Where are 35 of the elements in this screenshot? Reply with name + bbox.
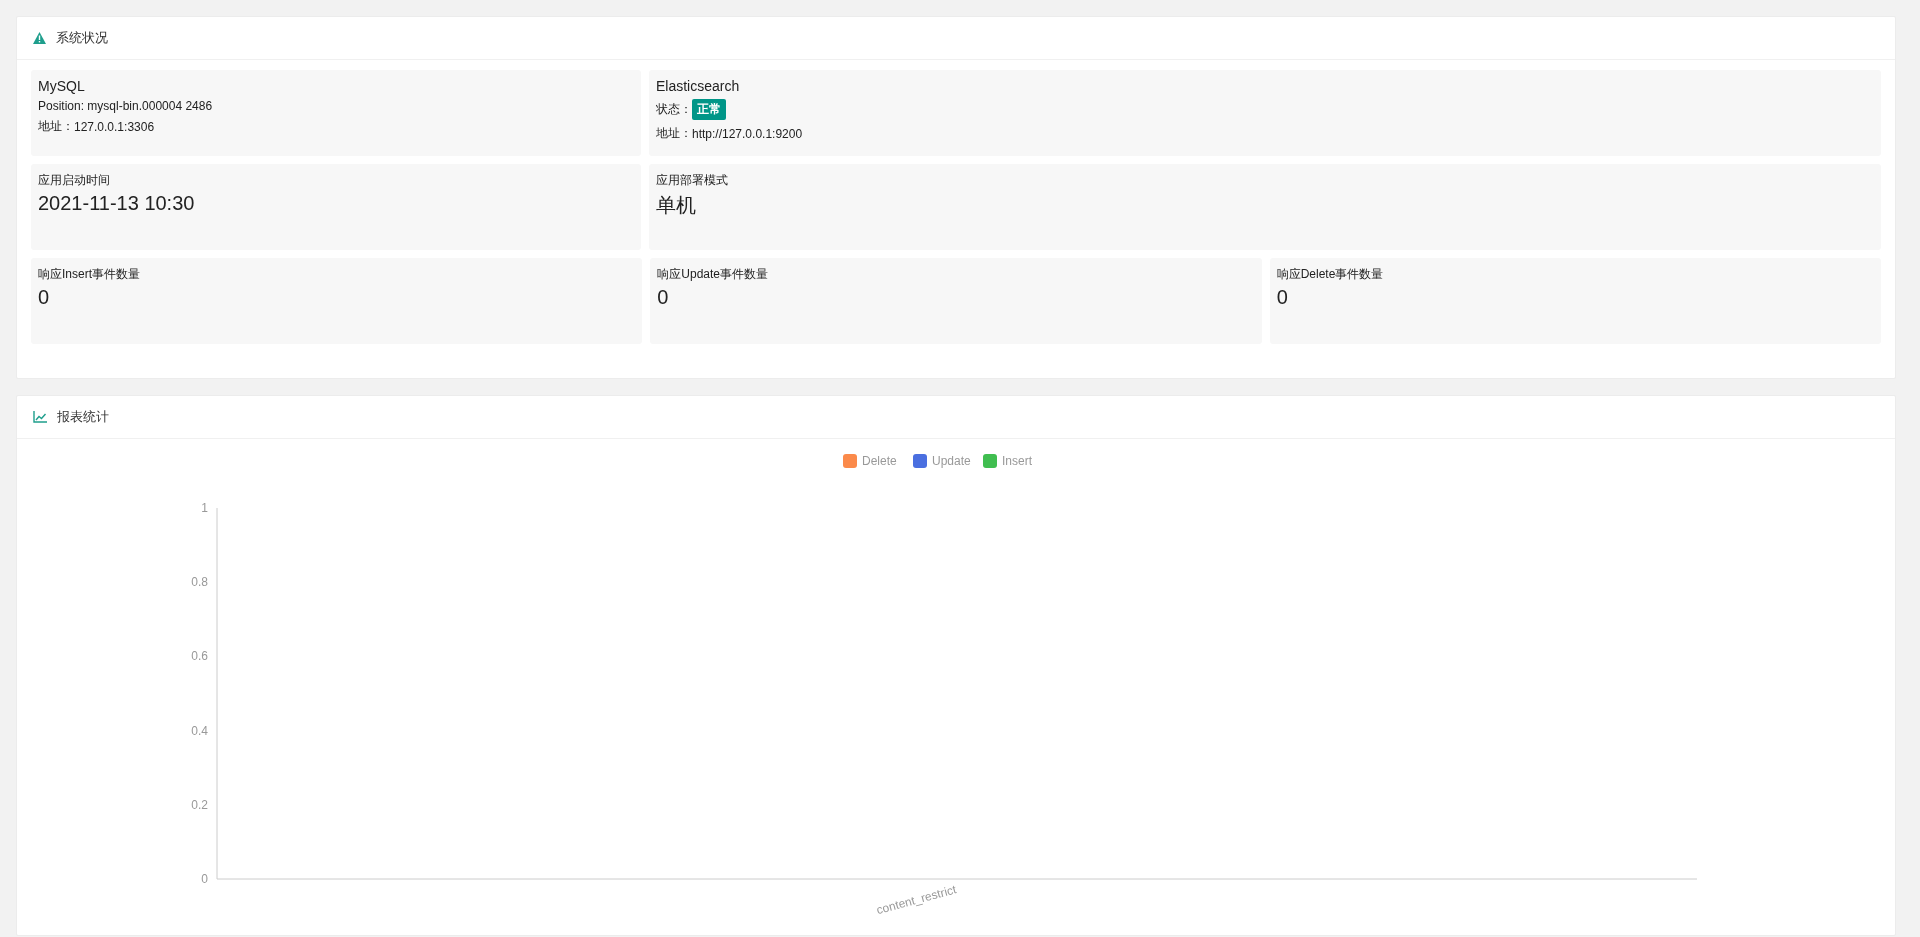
tile-title: MySQL [38, 78, 86, 94]
panel-title: 报表统计 [57, 408, 109, 426]
stat-value: 0 [1276, 286, 1289, 309]
address-label: 地址： [656, 125, 692, 142]
y-tick-label: 0 [201, 872, 208, 886]
stat-label: 应用部署模式 [656, 172, 729, 189]
stat-value: 2021-11-13 10:30 [38, 192, 196, 215]
stat-label: 响应Delete事件数量 [1276, 266, 1385, 283]
stat-label: 响应Insert事件数量 [38, 266, 141, 283]
y-tick-label: 0.4 [191, 723, 208, 738]
y-tick-label: 0.8 [191, 575, 208, 590]
stat-value: 0 [38, 286, 51, 309]
status-label: 状态： [656, 101, 692, 118]
legend-label[interactable]: Insert [1002, 454, 1032, 468]
address-label: 地址： [38, 118, 74, 135]
stat-value: 0 [657, 286, 670, 309]
stat-value: 单机 [656, 193, 697, 218]
line-chart-icon [33, 411, 47, 423]
stat-label: 响应Update事件数量 [657, 266, 770, 283]
legend-swatch[interactable] [913, 454, 927, 468]
y-tick-label: 0.6 [191, 649, 208, 664]
stat-label: 应用启动时间 [38, 172, 111, 189]
legend-swatch[interactable] [983, 454, 997, 468]
panel-title: 系统状况 [56, 29, 108, 47]
legend-swatch[interactable] [843, 454, 857, 468]
address-text: http://127.0.0.1:9200 [692, 126, 803, 141]
y-tick-label: 0.2 [191, 797, 208, 812]
legend-label[interactable]: Delete [862, 454, 897, 468]
address-text: 127.0.0.1:3306 [74, 119, 155, 134]
y-tick-label: 1 [201, 501, 208, 515]
position-text: Position: mysql-bin.000004 2486 [38, 99, 214, 113]
tile-title: Elasticsearch [656, 78, 741, 94]
legend-label[interactable]: Update [932, 454, 971, 468]
warning-icon [33, 32, 46, 44]
status-badge: 正常 [692, 99, 726, 120]
